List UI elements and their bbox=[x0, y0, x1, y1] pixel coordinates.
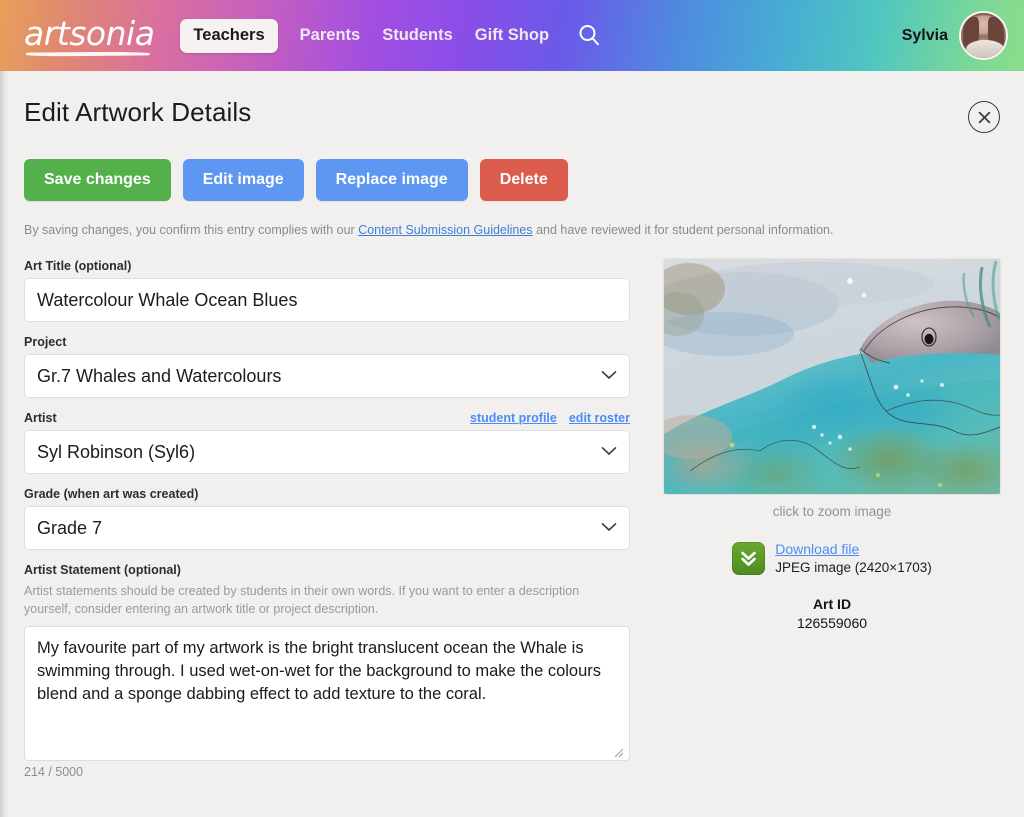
content-submission-guidelines-link[interactable]: Content Submission Guidelines bbox=[358, 223, 532, 237]
artist-statement-textarea[interactable]: My favourite part of my artwork is the b… bbox=[24, 626, 630, 762]
action-button-row: Save changes Edit image Replace image De… bbox=[24, 159, 1000, 201]
project-select[interactable]: Gr.7 Whales and Watercolours bbox=[24, 354, 630, 399]
avatar[interactable] bbox=[959, 11, 1008, 60]
replace-image-button[interactable]: Replace image bbox=[315, 159, 468, 201]
artwork-thumbnail[interactable] bbox=[664, 259, 1000, 495]
logo-text: artsonia bbox=[24, 14, 155, 53]
user-menu[interactable]: Sylvia bbox=[902, 11, 1008, 60]
top-navigation-bar: artsonia Teachers Parents Students Gift … bbox=[0, 0, 1024, 71]
download-file-link[interactable]: Download file bbox=[775, 540, 931, 559]
art-title-label: Art Title (optional) bbox=[24, 259, 132, 274]
user-name-label: Sylvia bbox=[901, 26, 948, 44]
download-row: Download file JPEG image (2420×1703) bbox=[664, 540, 1000, 577]
nav-link-students[interactable]: Students bbox=[382, 26, 453, 45]
preview-column: click to zoom image Download file JPEG i… bbox=[664, 259, 1000, 792]
zoom-hint-label[interactable]: click to zoom image bbox=[664, 504, 1000, 519]
art-title-input[interactable] bbox=[24, 278, 630, 323]
close-icon[interactable] bbox=[968, 101, 1000, 133]
disclaimer-before: By saving changes, you confirm this entr… bbox=[24, 222, 359, 237]
avatar-scarf bbox=[966, 40, 1004, 58]
artist-select[interactable]: Syl Robinson (Syl6) bbox=[24, 430, 630, 475]
search-icon[interactable] bbox=[577, 23, 602, 48]
delete-button[interactable]: Delete bbox=[479, 159, 568, 201]
disclaimer-after: and have reviewed it for student persona… bbox=[532, 222, 834, 237]
art-id-block: Art ID 126559060 bbox=[664, 596, 1000, 631]
form-column: Art Title (optional) Project Gr.7 Whales… bbox=[24, 259, 630, 792]
artsonia-logo[interactable]: artsonia bbox=[24, 14, 155, 57]
nav-link-parents[interactable]: Parents bbox=[300, 26, 361, 45]
file-meta-label: JPEG image (2420×1703) bbox=[775, 559, 932, 575]
edit-roster-link[interactable]: edit roster bbox=[569, 411, 630, 425]
logo-underline bbox=[26, 51, 151, 57]
disclaimer-text: By saving changes, you confirm this entr… bbox=[24, 222, 1000, 240]
field-artist-statement: Artist Statement (optional) Artist state… bbox=[24, 563, 630, 779]
nav-link-gift-shop[interactable]: Gift Shop bbox=[475, 26, 549, 45]
download-icon[interactable] bbox=[732, 542, 766, 576]
save-changes-button[interactable]: Save changes bbox=[24, 159, 171, 201]
field-artist: Artist student profile edit roster Syl R… bbox=[24, 411, 630, 475]
grade-label: Grade (when art was created) bbox=[24, 487, 199, 502]
artwork-image bbox=[664, 259, 1000, 495]
project-label: Project bbox=[24, 335, 67, 350]
field-art-title: Art Title (optional) bbox=[24, 259, 630, 323]
character-counter: 214 / 5000 bbox=[24, 765, 84, 780]
student-profile-link[interactable]: student profile bbox=[470, 411, 557, 425]
artist-statement-label: Artist Statement (optional) bbox=[24, 563, 181, 578]
page-header: Edit Artwork Details bbox=[24, 97, 1000, 133]
artist-links: student profile edit roster bbox=[470, 411, 630, 425]
grade-select[interactable]: Grade 7 bbox=[24, 506, 630, 551]
art-id-value: 126559060 bbox=[796, 615, 868, 632]
field-project: Project Gr.7 Whales and Watercolours bbox=[24, 335, 630, 399]
artist-statement-helper: Artist statements should be created by s… bbox=[24, 584, 580, 617]
content-columns: Art Title (optional) Project Gr.7 Whales… bbox=[24, 259, 1000, 792]
edit-artwork-page: Edit Artwork Details Save changes Edit i… bbox=[0, 71, 1024, 817]
field-grade: Grade (when art was created) Grade 7 bbox=[24, 487, 630, 551]
artist-label: Artist bbox=[24, 411, 57, 426]
art-id-label: Art ID bbox=[812, 596, 852, 613]
edit-image-button[interactable]: Edit image bbox=[182, 159, 304, 201]
page-title: Edit Artwork Details bbox=[24, 97, 252, 127]
nav-tab-teachers[interactable]: Teachers bbox=[180, 18, 278, 53]
